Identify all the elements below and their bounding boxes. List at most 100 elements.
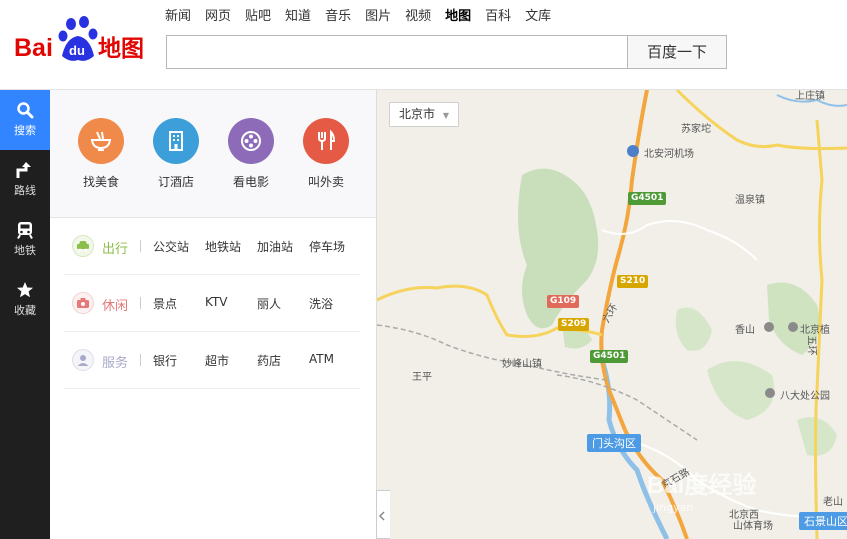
park-marker bbox=[765, 388, 775, 398]
car-icon bbox=[72, 235, 94, 257]
chevron-down-icon: ▼ bbox=[442, 111, 449, 120]
camera-icon bbox=[72, 292, 94, 314]
star-icon bbox=[17, 282, 33, 298]
map-label-beijingzhi: 北京植 bbox=[800, 325, 830, 336]
logo-bai-text: Bai bbox=[14, 34, 53, 62]
map-label-wenquan: 温泉镇 bbox=[735, 195, 765, 206]
map-label-wuhuan: 五环 bbox=[805, 335, 817, 356]
logo-mark: Bai du 地图 bbox=[14, 16, 144, 62]
category-name-leisure: 休闲 bbox=[102, 299, 129, 314]
category-link-supermarket[interactable]: 超市 bbox=[205, 352, 229, 369]
baidu-jingyan-watermark: Bai度经验 bbox=[647, 472, 757, 499]
fork-knife-icon bbox=[303, 118, 349, 164]
sidebar-item-search[interactable]: 搜索 bbox=[0, 90, 50, 150]
category-divider bbox=[140, 240, 141, 252]
nav-zhidao[interactable]: 知道 bbox=[285, 8, 311, 28]
district-badge-mentougou[interactable]: 门头沟区 bbox=[587, 434, 641, 452]
category-link-subway-station[interactable]: 地铁站 bbox=[205, 238, 241, 255]
category-link-bank[interactable]: 银行 bbox=[153, 352, 177, 369]
category-link-bath[interactable]: 洗浴 bbox=[309, 295, 333, 312]
quick-services: 找美食 订酒店 看电影 叫外卖 bbox=[50, 90, 376, 218]
category-divider bbox=[140, 297, 141, 309]
category-link-ktv[interactable]: KTV bbox=[205, 295, 227, 309]
quick-movie-label: 看电影 bbox=[232, 175, 269, 189]
city-name: 北京市 bbox=[399, 107, 436, 121]
header: Bai du 地图 新闻 网页 贴吧 知道 音乐 图片 视频 地图 百科 文库 … bbox=[0, 0, 847, 90]
category-link-bus-stop[interactable]: 公交站 bbox=[153, 238, 189, 255]
map-label-laoshan: 老山 bbox=[823, 497, 843, 508]
quick-hotel[interactable]: 订酒店 bbox=[146, 118, 206, 190]
shield-g4501-south: G4501 bbox=[590, 350, 629, 363]
quick-hotel-label: 订酒店 bbox=[157, 175, 194, 189]
city-selector[interactable]: 北京市 ▼ bbox=[389, 102, 459, 127]
quick-delivery-label: 叫外卖 bbox=[307, 175, 344, 189]
category-link-scenic[interactable]: 景点 bbox=[153, 295, 177, 312]
category-row-service: 服务 银行 超市 药店 ATM bbox=[64, 332, 360, 389]
subway-icon bbox=[17, 222, 33, 239]
map-label-xiangshan: 香山 bbox=[735, 325, 755, 336]
service-icon bbox=[72, 349, 94, 371]
sidebar-item-favorites[interactable]: 收藏 bbox=[0, 270, 50, 330]
search-panel: 找美食 订酒店 看电影 叫外卖 出行 公交站 地铁站 加油站 停车场 休闲 景点… bbox=[50, 90, 377, 539]
hill-area-2 bbox=[707, 361, 775, 420]
map-canvas[interactable]: 北京市 ▼ 苏家坨 北安河机场 温泉镇 上庄镇 香山 北京植 八大处公园 妙峰山… bbox=[377, 90, 847, 539]
quick-movie[interactable]: 看电影 bbox=[221, 118, 281, 190]
category-link-pharmacy[interactable]: 药店 bbox=[257, 352, 281, 369]
sidebar-label-favorites: 收藏 bbox=[14, 304, 36, 317]
scenic-marker bbox=[764, 322, 774, 332]
search-button[interactable]: 百度一下 bbox=[627, 35, 727, 69]
sidebar-label-route: 路线 bbox=[14, 184, 36, 197]
map-label-wangping: 王平 bbox=[412, 372, 432, 383]
airport-marker bbox=[627, 145, 639, 157]
sidebar-label-subway: 地铁 bbox=[14, 244, 36, 257]
map-label-miaofengshan: 妙峰山镇 bbox=[502, 359, 542, 370]
category-link-gas-station[interactable]: 加油站 bbox=[257, 238, 293, 255]
map-label-beijingxi: 北京西 bbox=[729, 510, 759, 521]
map-label-badachu: 八大处公园 bbox=[780, 391, 830, 402]
sidebar-item-route[interactable]: 路线 bbox=[0, 150, 50, 210]
map-label-beianhe: 北安河机场 bbox=[644, 149, 694, 160]
sidebar-item-subway[interactable]: 地铁 bbox=[0, 210, 50, 270]
category-link-beauty[interactable]: 丽人 bbox=[257, 295, 281, 312]
logo-du-text: du bbox=[69, 43, 85, 58]
map-label-sujiatuo: 苏家坨 bbox=[681, 124, 711, 135]
category-name-travel: 出行 bbox=[102, 242, 129, 257]
route-icon bbox=[16, 162, 31, 178]
top-nav: 新闻 网页 贴吧 知道 音乐 图片 视频 地图 百科 文库 bbox=[165, 8, 565, 28]
category-name-service: 服务 bbox=[102, 356, 129, 371]
left-sidebar: 搜索 路线 地铁 收藏 bbox=[0, 90, 50, 539]
nav-baike[interactable]: 百科 bbox=[485, 8, 511, 28]
category-row-travel: 出行 公交站 地铁站 加油站 停车场 bbox=[64, 218, 360, 275]
category-divider bbox=[140, 354, 141, 366]
nav-web[interactable]: 网页 bbox=[205, 8, 231, 28]
quick-food[interactable]: 找美食 bbox=[71, 118, 131, 190]
hotel-building-icon bbox=[153, 118, 199, 164]
shield-g109: G109 bbox=[547, 295, 580, 308]
nav-wenku[interactable]: 文库 bbox=[525, 8, 551, 28]
quick-delivery[interactable]: 叫外卖 bbox=[296, 118, 356, 190]
nav-video[interactable]: 视频 bbox=[405, 8, 431, 28]
nav-news[interactable]: 新闻 bbox=[165, 8, 191, 28]
search-icon bbox=[17, 102, 34, 119]
hill-area bbox=[675, 307, 712, 351]
shield-s210: S210 bbox=[617, 275, 649, 288]
sidebar-label-search: 搜索 bbox=[14, 124, 36, 137]
film-reel-icon bbox=[228, 118, 274, 164]
garden-marker bbox=[788, 322, 798, 332]
district-badge-shijingshan[interactable]: 石景山区 bbox=[799, 512, 847, 530]
nav-tieba[interactable]: 贴吧 bbox=[245, 8, 271, 28]
baidu-map-logo[interactable]: Bai du 地图 bbox=[12, 14, 157, 66]
baidu-map-app: Bai du 地图 新闻 网页 贴吧 知道 音乐 图片 视频 地图 百科 文库 … bbox=[0, 0, 847, 539]
nav-music[interactable]: 音乐 bbox=[325, 8, 351, 28]
search-input[interactable] bbox=[166, 35, 628, 69]
panel-collapse-handle[interactable] bbox=[376, 490, 390, 539]
shield-s209: S209 bbox=[558, 318, 590, 331]
nav-images[interactable]: 图片 bbox=[365, 8, 391, 28]
nav-map[interactable]: 地图 bbox=[445, 8, 471, 28]
category-row-leisure: 休闲 景点 KTV 丽人 洗浴 bbox=[64, 275, 360, 332]
noodle-bowl-icon bbox=[78, 118, 124, 164]
category-link-parking[interactable]: 停车场 bbox=[309, 238, 345, 255]
shield-g4501-north: G4501 bbox=[628, 192, 667, 205]
map-label-shangzhuang: 上庄镇 bbox=[795, 91, 825, 102]
category-link-atm[interactable]: ATM bbox=[309, 352, 334, 366]
